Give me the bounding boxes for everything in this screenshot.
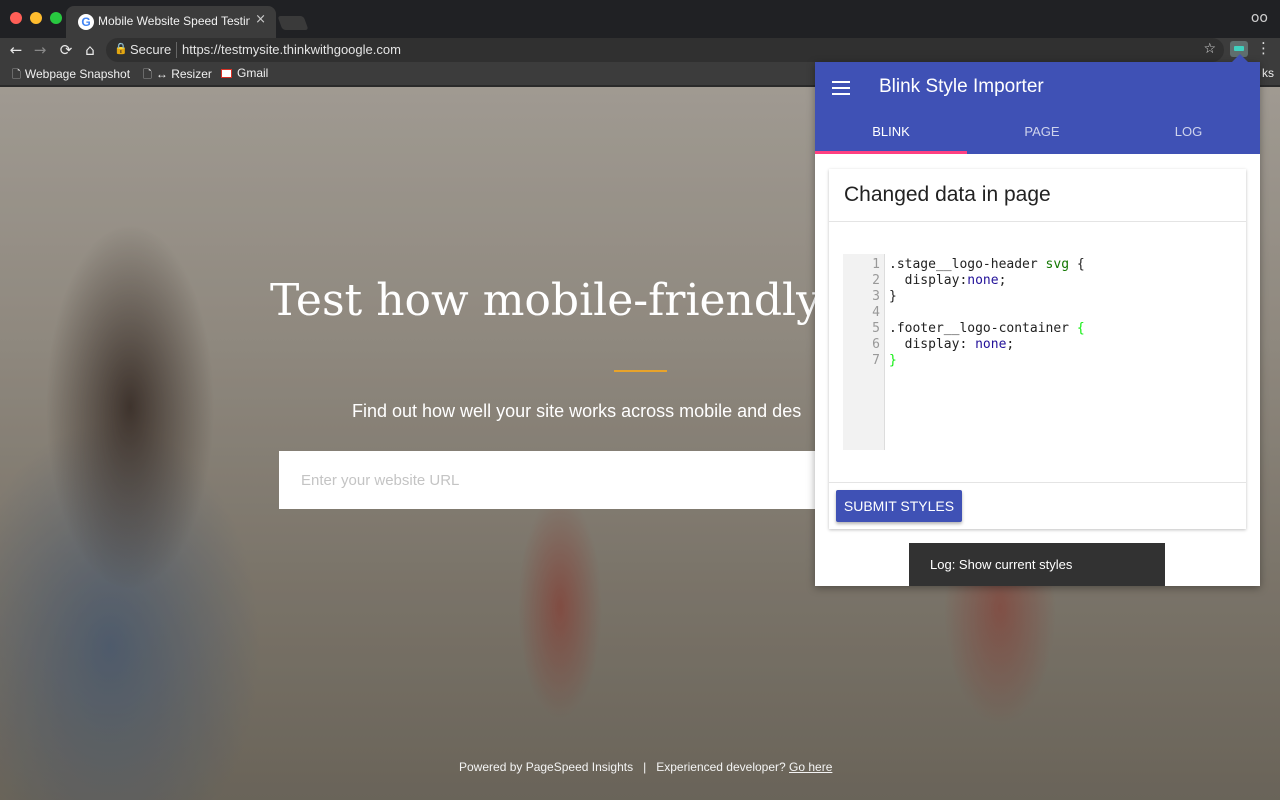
back-arrow-icon[interactable]: ← <box>6 39 26 61</box>
line-number: 5 <box>872 321 880 336</box>
hero-subtitle: Find out how well your site works across… <box>352 401 802 421</box>
code-line: display: none; <box>889 337 1015 352</box>
bookmark-gmail[interactable]: Gmail <box>221 66 268 80</box>
browser-titlebar: G Mobile Website Speed Testing × oo <box>0 0 1280 38</box>
code-selector: .stage__logo-header <box>889 257 1046 272</box>
code-property: display: <box>889 337 976 352</box>
code-property: display: <box>889 273 968 288</box>
website-url-input[interactable] <box>279 451 839 509</box>
url-text[interactable]: https://testmysite.thinkwithgoogle.com <box>182 42 401 57</box>
code-tag: svg <box>1045 257 1070 272</box>
address-bar[interactable]: 🔒 Secure https://testmysite.thinkwithgoo… <box>106 38 1224 62</box>
browser-menu-icon[interactable]: ⋮ <box>1256 39 1271 57</box>
active-tab-indicator <box>815 151 967 154</box>
page-footer: Powered by PageSpeed Insights | Experience… <box>459 760 832 774</box>
website-url-field[interactable] <box>279 451 839 509</box>
line-number: 1 <box>872 257 880 272</box>
home-icon[interactable]: ⌂ <box>80 39 100 61</box>
bookmark-resizer[interactable]: 🗋 ↔ Resizer <box>143 66 212 85</box>
tab-close-icon[interactable]: × <box>255 12 266 27</box>
code-line: } <box>889 289 897 304</box>
code-value: none <box>967 273 999 288</box>
card-divider <box>829 221 1246 222</box>
go-here-link[interactable]: Go here <box>789 760 832 774</box>
tab-title: Mobile Website Speed Testing <box>98 14 250 28</box>
new-tab-button[interactable] <box>277 16 309 30</box>
incognito-icon[interactable]: oo <box>1251 10 1268 26</box>
developer-text: Experienced developer? <box>656 760 786 774</box>
code-line: .stage__logo-header svg { <box>889 257 1085 272</box>
bookmark-label: ↔ Resizer <box>155 67 212 81</box>
card-title: Changed data in page <box>844 183 1051 206</box>
tab-page[interactable]: PAGE <box>967 118 1117 154</box>
hamburger-menu-icon[interactable] <box>832 81 850 95</box>
browser-toolbar: ← → ⟳ ⌂ 🔒 Secure https://testmysite.thin… <box>0 38 1280 62</box>
forward-arrow-icon[interactable]: → <box>30 39 50 61</box>
line-number: 6 <box>872 337 880 352</box>
code-value: none <box>975 337 1007 352</box>
code-line: .footer__logo-container { <box>889 321 1085 336</box>
css-code-editor[interactable]: 1 2 3 4 5 6 7 .stage__logo-header svg { … <box>843 254 1231 450</box>
omnibox-divider <box>176 42 177 58</box>
page-icon: 🗋 <box>12 68 21 81</box>
line-number: 3 <box>872 289 880 304</box>
tab-log[interactable]: LOG <box>1117 118 1260 154</box>
tab-blink[interactable]: BLINK <box>815 118 967 154</box>
code-semicolon: ; <box>1006 337 1015 352</box>
popup-tabs: BLINK PAGE LOG <box>815 118 1260 154</box>
card-divider <box>829 482 1246 483</box>
lock-icon[interactable]: 🔒 <box>114 42 128 55</box>
powered-by-text: Powered by PageSpeed Insights <box>459 760 634 774</box>
line-number: 4 <box>872 305 880 320</box>
browser-tab[interactable]: G Mobile Website Speed Testing × <box>66 6 276 38</box>
log-snackbar: Log: Show current styles <box>909 543 1165 586</box>
changed-data-card: Changed data in page 1 2 3 4 5 6 7 .stag… <box>829 169 1246 529</box>
minimize-window-button[interactable] <box>30 12 42 24</box>
submit-styles-button[interactable]: SUBMIT STYLES <box>836 490 962 522</box>
code-brace: { <box>1069 257 1085 272</box>
bookmark-label: Gmail <box>237 66 269 80</box>
bookmark-star-icon[interactable]: ☆ <box>1203 41 1216 57</box>
popup-title: Blink Style Importer <box>879 76 1044 97</box>
bookmarks-overflow[interactable]: ks <box>1262 66 1274 80</box>
secure-label: Secure <box>130 42 172 57</box>
close-window-button[interactable] <box>10 12 22 24</box>
bookmark-label: Webpage Snapshot <box>24 67 131 81</box>
code-line: } <box>889 353 897 368</box>
hero-title: Test how mobile-friendly yo <box>270 275 887 326</box>
popup-app-bar: Blink Style Importer BLINK PAGE LOG <box>815 62 1260 154</box>
hero-divider <box>614 370 667 372</box>
popup-caret <box>1232 54 1248 62</box>
google-favicon-icon: G <box>78 14 94 30</box>
code-brace: { <box>1076 321 1085 336</box>
maximize-window-button[interactable] <box>50 12 62 24</box>
code-selector: .footer__logo-container <box>889 321 1077 336</box>
gmail-icon <box>221 69 232 78</box>
code-semicolon: ; <box>998 273 1007 288</box>
code-line: display:none; <box>889 273 1007 288</box>
line-number-gutter: 1 2 3 4 5 6 7 <box>843 254 885 450</box>
footer-separator: | <box>643 760 647 774</box>
bookmark-webpage-snapshot[interactable]: 🗋 Webpage Snapshot <box>12 66 130 85</box>
line-number: 7 <box>872 353 880 368</box>
reload-icon[interactable]: ⟳ <box>56 39 76 61</box>
page-icon: 🗋 <box>143 68 152 81</box>
line-number: 2 <box>872 273 880 288</box>
extension-popup: Blink Style Importer BLINK PAGE LOG Chan… <box>815 62 1260 586</box>
